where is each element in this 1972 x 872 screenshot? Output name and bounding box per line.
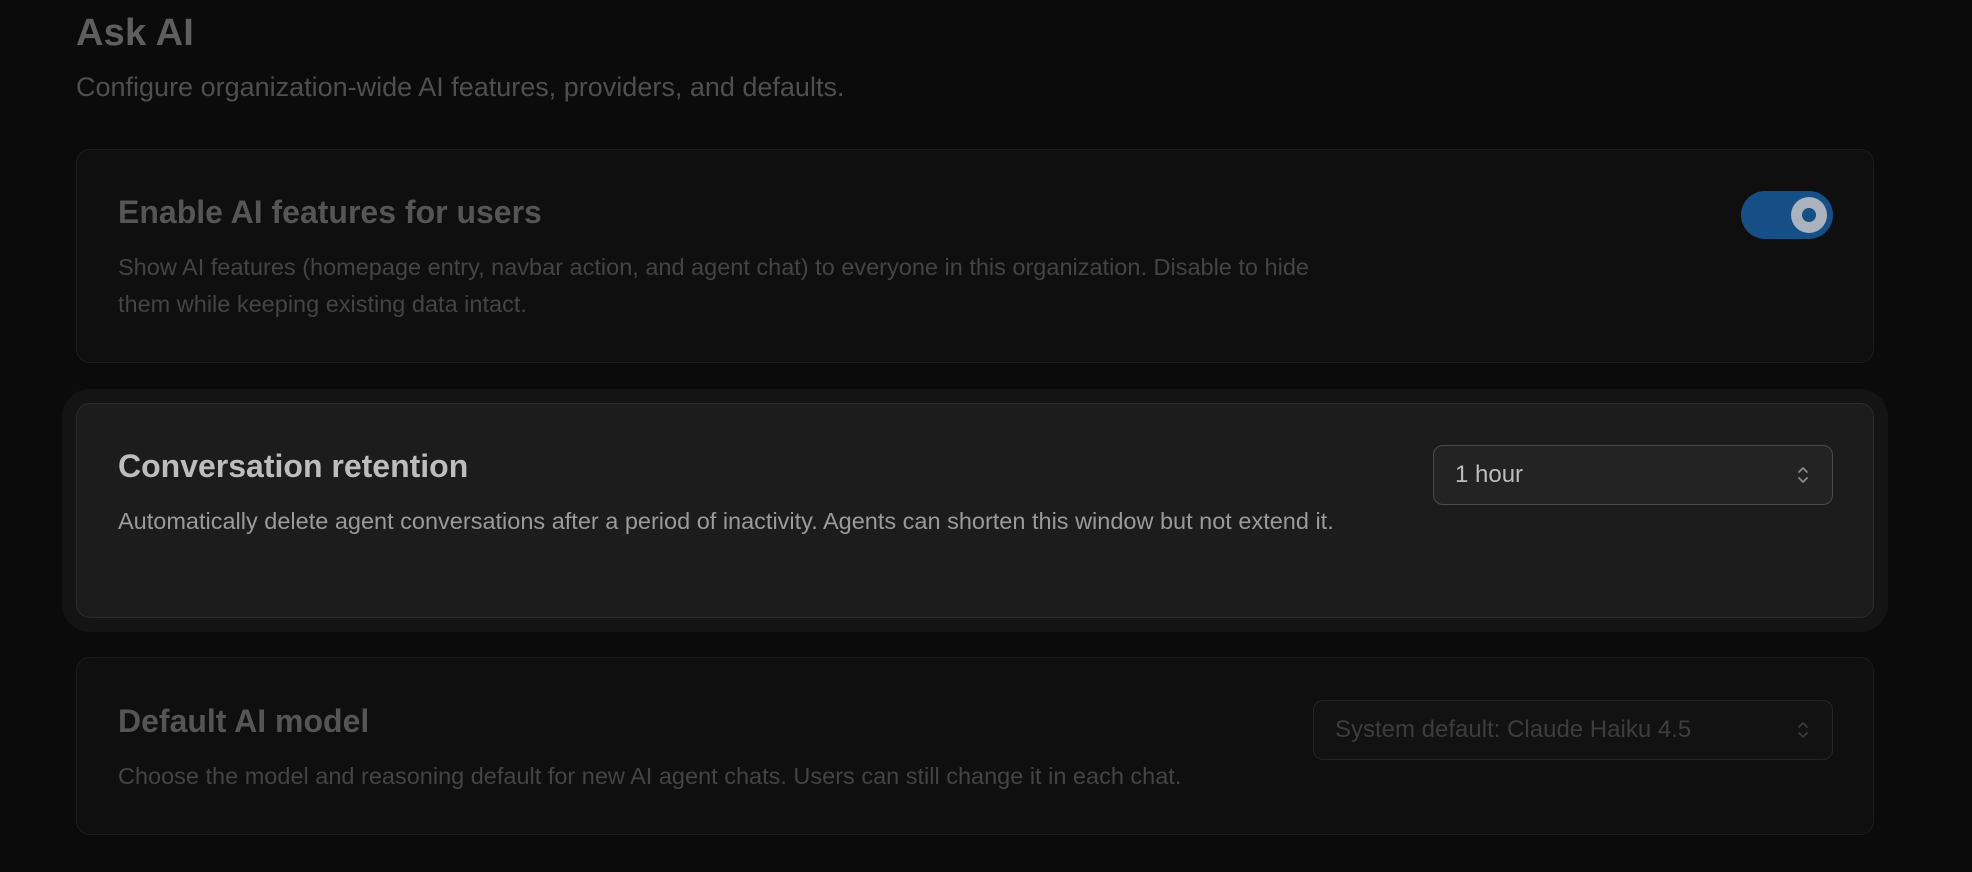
default-model-select[interactable]: System default: Claude Haiku 4.5 — [1313, 700, 1833, 760]
default-model-select-value: System default: Claude Haiku 4.5 — [1335, 716, 1692, 743]
retention-title: Conversation retention — [118, 448, 469, 484]
retention-select[interactable]: 1 hour — [1433, 445, 1833, 505]
chevron-up-down-icon — [1798, 722, 1808, 738]
default-model-title: Default AI model — [118, 703, 370, 739]
default-model-description: Choose the model and reasoning default f… — [118, 763, 1182, 789]
enable-ai-card: Enable AI features for users Show AI fea… — [76, 149, 1874, 363]
retention-select-value: 1 hour — [1455, 461, 1524, 488]
enable-ai-toggle[interactable] — [1741, 191, 1833, 239]
page-title: Ask AI — [76, 12, 195, 54]
page-subtitle: Configure organization-wide AI features,… — [76, 72, 845, 102]
retention-description: Automatically delete agent conversations… — [118, 508, 1334, 534]
chevron-up-down-icon — [1798, 467, 1808, 483]
toggle-knob — [1791, 197, 1827, 233]
conversation-retention-card: Conversation retention Automatically del… — [76, 403, 1874, 618]
default-ai-model-card: Default AI model Choose the model and re… — [76, 657, 1874, 835]
enable-ai-title: Enable AI features for users — [118, 194, 542, 230]
ask-ai-settings-page: Ask AI Configure organization-wide AI fe… — [0, 0, 1972, 872]
enable-ai-description: Show AI features (homepage entry, navbar… — [118, 254, 1309, 317]
